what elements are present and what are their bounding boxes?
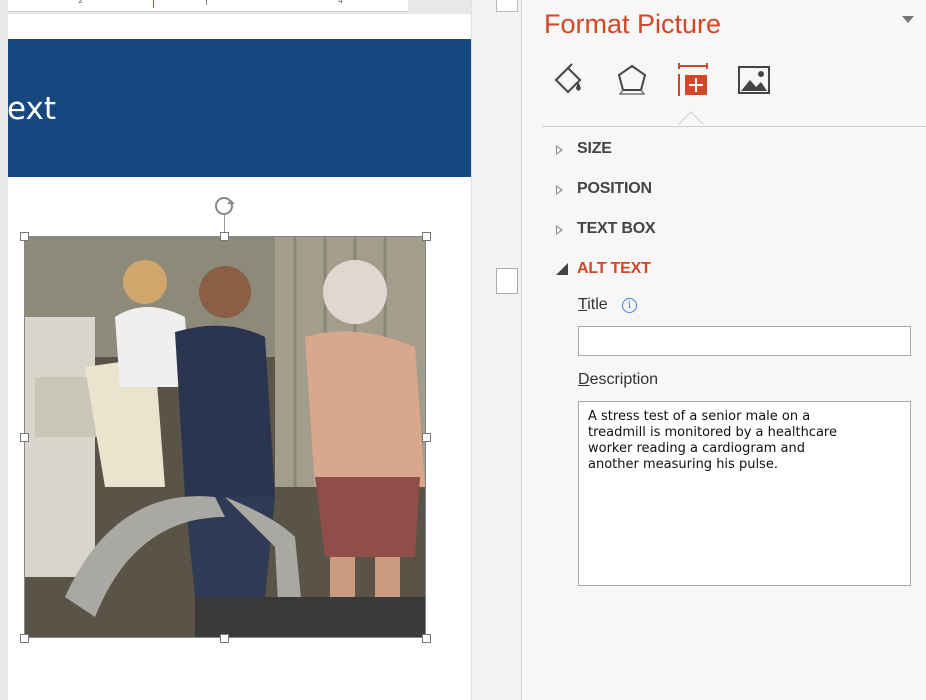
section-label: SIZE: [577, 140, 612, 157]
ruler-marker: [153, 0, 154, 8]
resize-handle-top-right[interactable]: [422, 232, 431, 241]
section-label: POSITION: [577, 180, 652, 197]
alt-text-title-input[interactable]: [578, 326, 911, 356]
slide-canvas[interactable]: ext: [8, 14, 471, 700]
stress-test-photo: [25, 237, 425, 637]
title-field-label: Title: [578, 296, 608, 314]
collapse-arrow-icon: [556, 263, 568, 275]
effects-icon[interactable]: [614, 62, 650, 98]
ruler-number: 2: [78, 0, 84, 5]
ruler-number: 4: [338, 0, 344, 5]
expand-arrow-icon: [556, 145, 563, 155]
slide-title-bar: ext: [8, 39, 471, 177]
ruler-tick: [206, 0, 207, 5]
resize-handle-bottom-right[interactable]: [422, 634, 431, 643]
resize-handle-bottom-left[interactable]: [20, 634, 29, 643]
gutter-element: [496, 0, 518, 12]
info-icon[interactable]: i: [622, 298, 637, 313]
active-tab-pointer: [678, 111, 704, 137]
resize-handle-top[interactable]: [220, 232, 229, 241]
slide-title-text[interactable]: ext: [8, 91, 56, 127]
fill-line-icon[interactable]: [550, 62, 586, 98]
size-properties-icon[interactable]: [675, 62, 711, 98]
title-access-key: T: [578, 296, 588, 313]
section-label: TEXT BOX: [577, 220, 656, 237]
pane-title: Format Picture: [544, 9, 722, 39]
picture-icon[interactable]: [736, 62, 772, 98]
expand-arrow-icon: [556, 225, 563, 235]
pane-gutter: [471, 0, 521, 700]
tab-divider: [542, 126, 926, 127]
description-access-key: D: [578, 371, 590, 388]
description-field-label: Description: [578, 371, 658, 389]
section-label: ALT TEXT: [577, 260, 651, 277]
resize-handle-top-left[interactable]: [20, 232, 29, 241]
expand-arrow-icon: [556, 185, 563, 195]
selected-picture[interactable]: [24, 236, 426, 638]
alt-text-description-input[interactable]: A stress test of a senior male on a trea…: [578, 401, 911, 586]
pane-options-dropdown-icon[interactable]: [902, 16, 914, 23]
slide-editing-area: 2 4 ext: [0, 0, 496, 700]
resize-handle-left[interactable]: [20, 433, 29, 442]
powerpoint-window: 2 4 ext Format Picture SIZE POSITION TEX…: [0, 0, 926, 700]
rotate-handle-icon[interactable]: [215, 197, 235, 215]
title-label-rest: itle: [587, 296, 608, 313]
gutter-element: [496, 268, 518, 294]
description-label-rest: escription: [589, 371, 659, 388]
resize-handle-right[interactable]: [422, 433, 431, 442]
resize-handle-bottom[interactable]: [220, 634, 229, 643]
horizontal-ruler: 2 4: [8, 0, 408, 12]
format-picture-pane: Format Picture SIZE POSITION TEXT BOX AL…: [521, 0, 926, 700]
